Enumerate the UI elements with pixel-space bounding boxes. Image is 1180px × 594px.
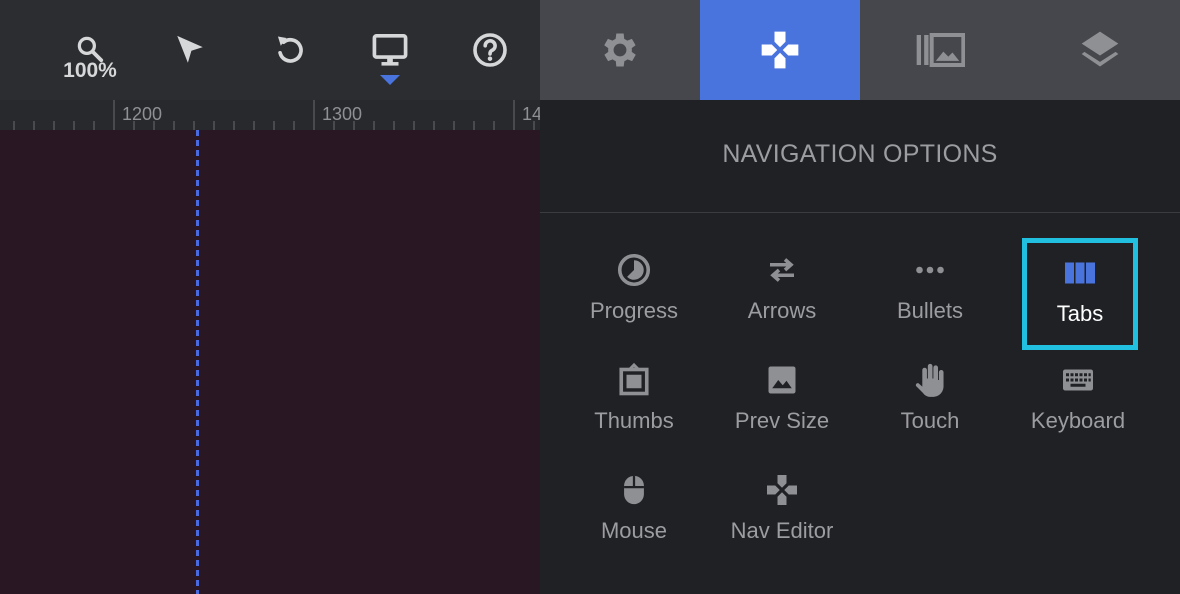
undo-icon <box>277 36 303 63</box>
option-label: Progress <box>589 298 679 323</box>
option-nav-editor[interactable]: Nav Editor <box>708 460 856 560</box>
tabs-icon <box>1065 262 1095 284</box>
gear-icon <box>604 33 636 67</box>
option-mouse[interactable]: Mouse <box>560 460 708 560</box>
ruler-label: 1200 <box>122 104 163 124</box>
option-label: Prev Size <box>734 408 830 433</box>
option-label: Arrows <box>747 298 817 323</box>
option-tabs[interactable]: Tabs <box>1022 238 1138 350</box>
option-arrows[interactable]: Arrows <box>708 240 856 340</box>
option-thumbs[interactable]: Thumbs <box>560 350 708 450</box>
undo-tool[interactable] <box>250 0 330 100</box>
option-bullets[interactable]: Bullets <box>856 240 1004 340</box>
active-device-indicator <box>380 75 400 85</box>
option-prev-size[interactable]: Prev Size <box>708 350 856 450</box>
zoom-tool[interactable]: 100% <box>50 0 130 100</box>
media-library-icon <box>916 33 965 67</box>
tab-media-library[interactable] <box>860 0 1020 100</box>
gamepad-icon <box>767 475 797 505</box>
help-tool[interactable] <box>450 0 530 100</box>
keyboard-icon <box>1063 369 1093 391</box>
editor-toolbar: 100% <box>0 0 540 100</box>
navigation-options-panel: NAVIGATION OPTIONS Progress Arrows Bulle… <box>540 100 1180 594</box>
panel-title: NAVIGATION OPTIONS <box>722 140 998 168</box>
tab-navigation[interactable] <box>700 0 860 100</box>
panel-divider <box>540 212 1180 213</box>
ruler-label: 14 <box>522 104 540 124</box>
option-label: Nav Editor <box>730 518 834 543</box>
slide-canvas[interactable] <box>0 130 540 594</box>
thumbs-icon <box>619 362 649 396</box>
monitor-icon <box>372 33 408 66</box>
image-icon <box>768 366 796 394</box>
option-touch[interactable]: Touch <box>856 350 1004 450</box>
progress-icon <box>617 253 651 287</box>
ruler-label: 1300 <box>322 104 363 124</box>
option-label: Keyboard <box>1030 408 1126 433</box>
zoom-value: 100% <box>63 59 117 82</box>
layers-icon <box>1081 31 1119 67</box>
tab-layers[interactable] <box>1020 0 1180 100</box>
gamepad-icon <box>761 31 799 69</box>
help-circle-icon <box>473 33 507 67</box>
option-label: Bullets <box>896 298 964 323</box>
option-progress[interactable]: Progress <box>560 240 708 340</box>
select-tool[interactable] <box>150 0 230 100</box>
bullets-icon <box>916 266 944 274</box>
mouse-icon <box>624 475 644 505</box>
horizontal-ruler: 1200 1300 14 <box>0 100 540 130</box>
tab-general-settings[interactable] <box>540 0 700 100</box>
option-label: Mouse <box>600 518 668 543</box>
guide-line[interactable] <box>196 130 199 594</box>
option-label: Touch <box>900 408 960 433</box>
option-keyboard[interactable]: Keyboard <box>1004 350 1152 450</box>
cursor-arrow-icon <box>177 35 203 63</box>
arrows-icon <box>770 258 794 282</box>
panel-tab-bar <box>540 0 1180 100</box>
device-tool[interactable] <box>350 0 430 100</box>
ruler-ticks <box>13 100 535 130</box>
option-label: Thumbs <box>594 408 674 433</box>
option-label: Tabs <box>1056 301 1104 326</box>
hand-icon <box>915 363 944 397</box>
